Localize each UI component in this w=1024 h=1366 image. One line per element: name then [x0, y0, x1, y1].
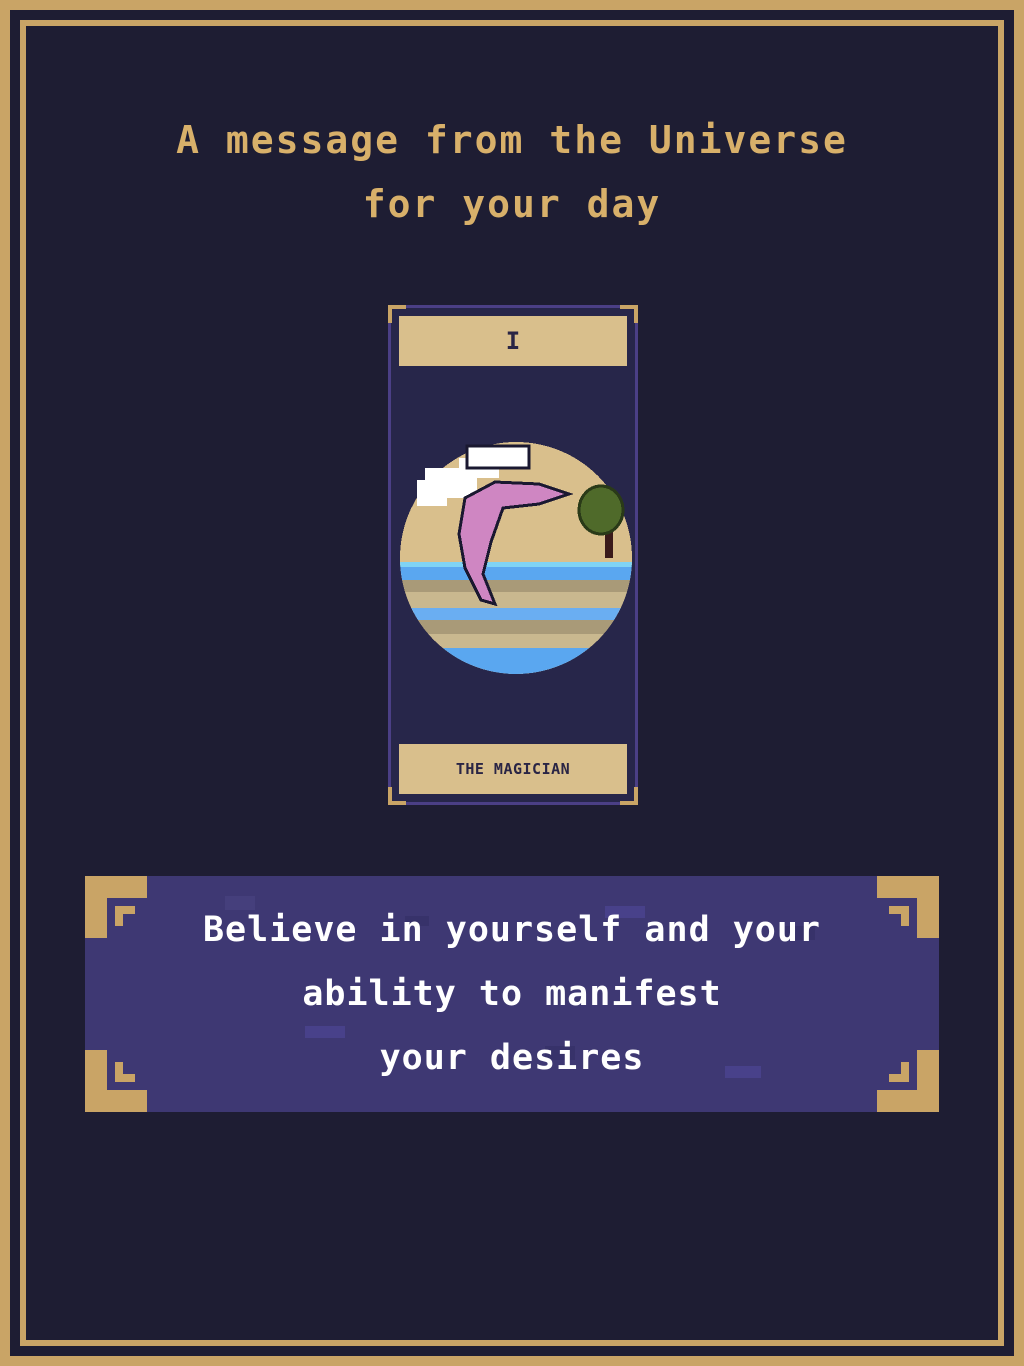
corner-ornament	[85, 876, 147, 938]
page-heading: A message from the Universe for your day	[0, 108, 1024, 236]
heading-line-1: A message from the Universe	[176, 118, 848, 162]
message-line-2: ability to manifest	[302, 974, 722, 1014]
message-line-1: Believe in yourself and your	[202, 910, 821, 950]
corner-ornament	[877, 876, 939, 938]
card-numeral: I	[399, 316, 627, 366]
heading-line-2: for your day	[362, 182, 662, 226]
message-line-3: your desires	[379, 1038, 645, 1078]
card-name: THE MAGICIAN	[399, 744, 627, 794]
corner-ornament	[85, 1050, 147, 1112]
dolphin-illustration	[399, 438, 633, 678]
message-banner: Believe in yourself and your ability to …	[85, 876, 939, 1112]
daily-message: Believe in yourself and your ability to …	[145, 898, 879, 1090]
tarot-card[interactable]: I THE MAGICIAN	[388, 305, 638, 805]
corner-ornament	[877, 1050, 939, 1112]
